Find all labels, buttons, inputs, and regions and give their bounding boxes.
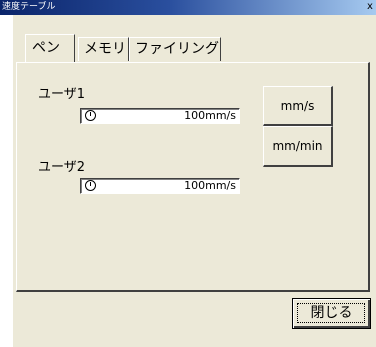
title-bar: 速度テーブル x: [0, 0, 376, 15]
close-icon[interactable]: x: [364, 0, 376, 14]
user2-speed-value: 100mm/s: [184, 179, 236, 192]
close-button[interactable]: 閉じる: [292, 298, 371, 329]
focus-rect: [297, 303, 365, 323]
user1-label: ユーザ1: [38, 87, 86, 102]
user1-speed-field[interactable]: 100mm/s: [80, 108, 240, 124]
tab-filing-label: ファイリング: [135, 41, 219, 57]
tab-memory-label: メモリ: [84, 41, 126, 57]
tab-filing[interactable]: ファイリング: [129, 37, 221, 61]
mm-per-min-button[interactable]: mm/min: [263, 126, 333, 167]
mm-per-sec-label: mm/s: [280, 99, 315, 113]
window-title: 速度テーブル: [2, 2, 56, 12]
user1-speed-value: 100mm/s: [184, 109, 236, 122]
tab-pen[interactable]: ペン: [25, 34, 75, 62]
tab-pen-label: ペン: [32, 40, 60, 56]
user2-label: ユーザ2: [38, 160, 86, 175]
dial-icon: [85, 110, 96, 121]
user2-speed-field[interactable]: 100mm/s: [80, 178, 240, 194]
dial-icon: [85, 180, 96, 191]
mm-per-sec-button[interactable]: mm/s: [263, 86, 333, 126]
tab-memory[interactable]: メモリ: [78, 37, 129, 61]
mm-per-min-label: mm/min: [272, 139, 323, 153]
